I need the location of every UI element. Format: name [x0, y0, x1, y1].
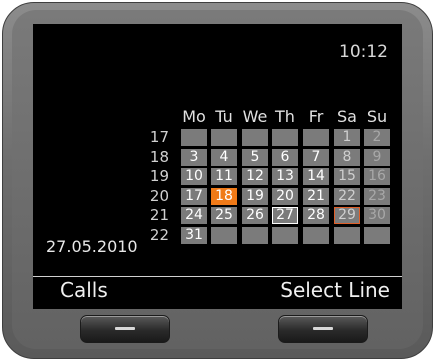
- calendar-day-cell[interactable]: 4: [211, 149, 237, 166]
- calendar-day-cell[interactable]: 23: [364, 188, 390, 205]
- week-number: 21: [149, 206, 169, 224]
- button-indicator-icon: [313, 327, 333, 330]
- calendar-day-cell[interactable]: 25: [211, 207, 237, 224]
- day-header-fr: Fr: [308, 107, 324, 126]
- day-header-we: We: [242, 107, 268, 126]
- status-clock: 10:12: [339, 42, 388, 62]
- week-number: 19: [149, 167, 169, 185]
- calendar-empty-cell: [334, 227, 360, 244]
- calendar-day-cell[interactable]: 27: [272, 207, 298, 224]
- calendar-day-cell[interactable]: 20: [272, 188, 298, 205]
- button-indicator-icon: [115, 327, 135, 330]
- calendar-day-cell[interactable]: 30: [364, 207, 390, 224]
- day-header-sa: Sa: [337, 107, 357, 126]
- right-softkey-button[interactable]: [278, 315, 368, 343]
- softkey-calls[interactable]: Calls: [60, 278, 108, 302]
- calendar-empty-cell: [242, 227, 268, 244]
- softkey-divider: [33, 276, 402, 277]
- calendar-day-cell[interactable]: 14: [303, 168, 329, 185]
- day-header-mo: Mo: [182, 107, 206, 126]
- calendar-day-cell[interactable]: 31: [181, 227, 207, 244]
- calendar-empty-cell: [272, 227, 298, 244]
- calendar-day-cell[interactable]: 24: [181, 207, 207, 224]
- calendar-day-cell[interactable]: 6: [272, 149, 298, 166]
- week-number: 18: [149, 148, 169, 166]
- calendar-empty-cell: [211, 129, 237, 146]
- day-header-th: Th: [275, 107, 295, 126]
- calendar-day-cell[interactable]: 1: [334, 129, 360, 146]
- calendar-day-cell[interactable]: 2: [364, 129, 390, 146]
- calendar-empty-cell: [211, 227, 237, 244]
- week-number: 17: [149, 128, 169, 146]
- week-number: 22: [149, 226, 169, 244]
- calendar-day-cell[interactable]: 28: [303, 207, 329, 224]
- calendar-day-cell[interactable]: 16: [364, 168, 390, 185]
- selected-date-label: 27.05.2010: [46, 237, 138, 256]
- calendar-day-cell[interactable]: 3: [181, 149, 207, 166]
- calendar-day-cell[interactable]: 13: [272, 168, 298, 185]
- calendar-day-cell[interactable]: 12: [242, 168, 268, 185]
- calendar-day-cell[interactable]: 21: [303, 188, 329, 205]
- day-header-su: Su: [366, 107, 388, 126]
- left-softkey-button[interactable]: [80, 315, 170, 343]
- calendar-day-cell[interactable]: 29: [334, 207, 360, 224]
- calendar-day-cell[interactable]: 18: [211, 188, 237, 205]
- calendar-empty-cell: [364, 227, 390, 244]
- calendar-day-cell[interactable]: 17: [181, 188, 207, 205]
- calendar-empty-cell: [272, 129, 298, 146]
- calendar-day-cell[interactable]: 9: [364, 149, 390, 166]
- softkey-select-line[interactable]: Select Line: [280, 278, 390, 302]
- calendar-empty-cell: [303, 129, 329, 146]
- calendar-day-cell[interactable]: 7: [303, 149, 329, 166]
- calendar-day-cell[interactable]: 15: [334, 168, 360, 185]
- day-header-tu: Tu: [215, 107, 233, 126]
- calendar-day-cell[interactable]: 5: [242, 149, 268, 166]
- calendar-day-cell[interactable]: 10: [181, 168, 207, 185]
- calendar-empty-cell: [181, 129, 207, 146]
- week-number: 20: [149, 187, 169, 205]
- calendar-empty-cell: [242, 129, 268, 146]
- calendar-day-cell[interactable]: 11: [211, 168, 237, 185]
- calendar-day-cell[interactable]: 19: [242, 188, 268, 205]
- calendar-day-cell[interactable]: 8: [334, 149, 360, 166]
- calendar-empty-cell: [303, 227, 329, 244]
- calendar-day-cell[interactable]: 26: [242, 207, 268, 224]
- calendar-day-cell[interactable]: 22: [334, 188, 360, 205]
- display-screen: 10:12 Mo Tu We Th Fr Sa Su 17 1 2 18 3 4 5 6 7 8 9…: [33, 24, 402, 309]
